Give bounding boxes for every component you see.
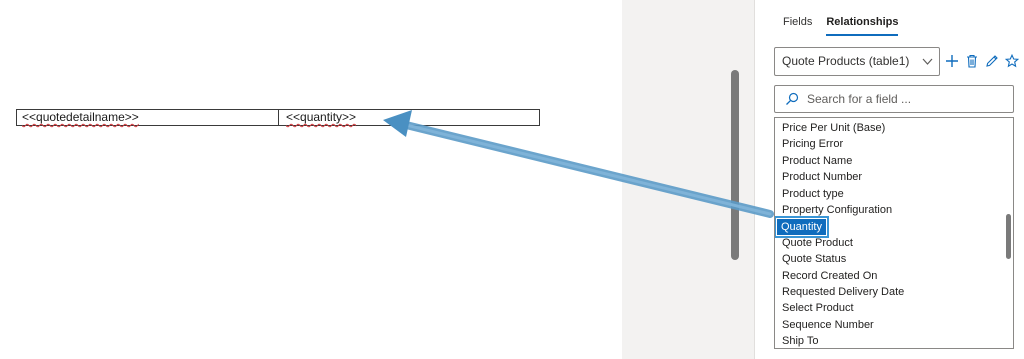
document-table: <<quotedetailname>> <<quantity>>: [16, 109, 540, 126]
field-placeholder-quantity: <<quantity>>: [286, 110, 357, 124]
table-cell-quotedetailname[interactable]: <<quotedetailname>>: [17, 110, 279, 125]
field-list-item[interactable]: Product Number: [782, 170, 862, 184]
field-panel: Fields Relationships Quote Products (tab…: [754, 0, 1024, 359]
search-icon: [786, 92, 799, 105]
table-cell-quantity[interactable]: <<quantity>>: [279, 110, 539, 125]
field-search[interactable]: [774, 85, 1014, 113]
field-list-item[interactable]: Sequence Number: [782, 318, 874, 332]
field-list-item[interactable]: Quote Status: [782, 252, 846, 266]
field-list-item[interactable]: Price Per Unit (Base): [782, 121, 885, 135]
add-icon[interactable]: [944, 51, 960, 71]
favorite-icon[interactable]: [1004, 51, 1020, 71]
field-list-item[interactable]: Quantity: [775, 216, 829, 239]
field-list-item[interactable]: Property Configuration: [782, 203, 892, 217]
field-list[interactable]: Price Per Unit (Base) Pricing Error Produc…: [774, 117, 1014, 349]
field-placeholder-quotedetailname: <<quotedetailname>>: [22, 110, 139, 124]
tab-relationships[interactable]: Relationships: [826, 16, 899, 36]
edit-icon[interactable]: [984, 51, 1000, 71]
panel-tabs: Fields Relationships: [783, 16, 899, 36]
field-list-item[interactable]: Quote Product: [782, 236, 853, 250]
field-list-item[interactable]: Product type: [782, 187, 844, 201]
delete-icon[interactable]: [964, 51, 980, 71]
document-canvas[interactable]: <<quotedetailname>> <<quantity>>: [0, 0, 622, 359]
field-list-item[interactable]: Record Created On: [782, 269, 877, 283]
field-list-scrollbar[interactable]: [1006, 214, 1011, 259]
table-select-value: Quote Products (table1): [782, 54, 910, 68]
chevron-down-icon: [922, 48, 933, 85]
tab-fields[interactable]: Fields: [783, 16, 812, 36]
search-input[interactable]: [807, 92, 997, 106]
document-scrollbar[interactable]: [731, 70, 739, 260]
relationship-actions: [944, 51, 1020, 71]
field-list-item[interactable]: Select Product: [782, 301, 854, 315]
field-list-item[interactable]: Ship To: [782, 334, 819, 348]
field-list-item[interactable]: Pricing Error: [782, 137, 843, 151]
field-list-item[interactable]: Product Name: [782, 154, 852, 168]
field-list-item[interactable]: Requested Delivery Date: [782, 285, 904, 299]
table-select[interactable]: Quote Products (table1): [774, 47, 940, 76]
